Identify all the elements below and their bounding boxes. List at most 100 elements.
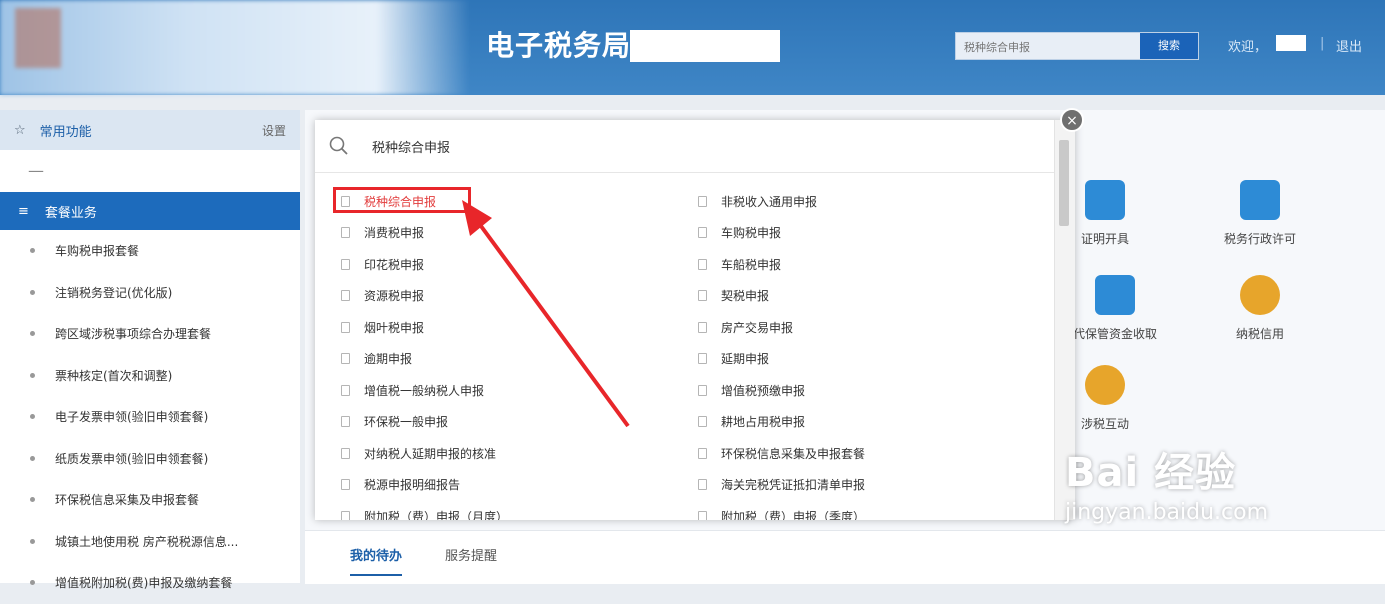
service-admin-permit[interactable]: 税务行政许可 — [1210, 180, 1310, 247]
result-label: 资源税申报 — [364, 289, 425, 303]
modal-result-item[interactable]: 对纳税人延期申报的核准 — [341, 443, 496, 463]
service-label: 代保管资金收取 — [1072, 327, 1157, 341]
document-icon — [698, 258, 707, 270]
document-icon — [698, 321, 707, 333]
document-icon — [698, 353, 707, 364]
result-label: 环保税一般申报 — [364, 415, 449, 429]
modal-result-item[interactable]: 附加税（费）申报（季度） — [698, 506, 865, 520]
tab-reminders[interactable]: 服务提醒 — [445, 545, 497, 564]
search-icon — [329, 136, 348, 155]
service-certificate[interactable]: 证明开具 — [1065, 180, 1145, 247]
modal-result-item[interactable]: 增值税一般纳税人申报 — [341, 380, 484, 400]
modal-result-item[interactable]: 烟叶税申报 — [341, 317, 424, 337]
bullet-icon — [30, 538, 35, 544]
modal-result-item[interactable]: 车船税申报 — [698, 254, 781, 274]
permit-icon — [1240, 180, 1280, 220]
package-label: 套餐业务 — [44, 205, 97, 221]
header-search-button[interactable]: 搜索 — [1140, 33, 1198, 59]
baidu-watermark: Bai 经验 jingyan.baidu.com — [1065, 440, 1268, 525]
modal-result-item[interactable]: 增值税预缴申报 — [698, 380, 805, 400]
scrollbar-thumb[interactable] — [1059, 140, 1069, 226]
sidebar-favorites-header[interactable]: ☆ 常用功能 设置 — [0, 110, 300, 150]
bullet-icon — [30, 455, 35, 461]
search-modal: 税种综合申报消费税申报印花税申报资源税申报烟叶税申报逾期申报增值税一般纳税人申报… — [315, 120, 1075, 520]
result-label: 税源申报明细报告 — [364, 478, 461, 492]
service-custody-funds[interactable]: 代保管资金收取 — [1065, 275, 1165, 342]
modal-result-item[interactable]: 海关完税凭证抵扣清单申报 — [698, 475, 865, 495]
header-search-input[interactable] — [956, 33, 1141, 61]
modal-result-item[interactable]: 资源税申报 — [341, 286, 424, 306]
modal-result-item[interactable]: 税源申报明细报告 — [341, 475, 460, 495]
modal-result-item[interactable]: 耕地占用税申报 — [698, 412, 805, 432]
settings-link[interactable]: 设置 — [262, 122, 286, 139]
result-label: 逾期申报 — [364, 352, 413, 366]
document-icon — [341, 290, 350, 301]
modal-search-input[interactable] — [370, 132, 874, 160]
sidebar-package-header[interactable]: ≡ 套餐业务 — [0, 192, 300, 230]
bullet-icon — [30, 372, 35, 378]
favorites-label: 常用功能 — [39, 124, 92, 140]
sidebar-package-item[interactable]: 城镇土地使用税 房产税税源信息... — [0, 521, 300, 563]
close-icon[interactable]: × — [1060, 108, 1084, 132]
modal-result-item[interactable]: 印花税申报 — [341, 254, 424, 274]
modal-result-item[interactable]: 契税申报 — [698, 286, 769, 306]
sidebar-item-label: 车购税申报套餐 — [55, 244, 140, 259]
result-label: 消费税申报 — [364, 226, 425, 240]
welcome-text: 欢迎， — [1228, 40, 1268, 55]
service-label: 证明开具 — [1080, 232, 1129, 246]
modal-result-item[interactable]: 非税收入通用申报 — [698, 191, 817, 211]
sidebar-package-item[interactable]: 跨区域涉税事项综合办理套餐 — [0, 313, 300, 355]
result-label: 车船税申报 — [721, 257, 782, 272]
result-label: 海关完税凭证抵扣清单申报 — [721, 478, 866, 492]
highlight-box — [333, 187, 471, 213]
sidebar-package-item[interactable]: 纸质发票申领(验旧申领套餐) — [0, 438, 300, 480]
sidebar-package-item[interactable]: 注销税务登记(优化版) — [0, 272, 300, 314]
header-separator: | — [1320, 36, 1325, 51]
document-icon — [341, 416, 350, 427]
site-title: 电子税务局 — [486, 29, 632, 62]
document-icon — [698, 384, 707, 396]
result-label: 非税收入通用申报 — [721, 194, 818, 209]
logout-link[interactable]: 退出 — [1336, 36, 1362, 55]
sidebar-package-item[interactable]: 电子发票申领(验旧申领套餐) — [0, 396, 300, 438]
modal-result-item[interactable]: 逾期申报 — [341, 349, 412, 369]
funds-icon — [1095, 275, 1135, 315]
document-icon — [341, 321, 350, 333]
document-icon — [341, 227, 350, 238]
document-icon — [698, 479, 707, 490]
modal-result-item[interactable]: 附加税（费）申报（月度） — [341, 506, 508, 520]
redacted-region — [630, 30, 780, 62]
document-icon — [341, 384, 350, 396]
service-interaction[interactable]: 涉税互动 — [1065, 365, 1145, 432]
modal-result-item[interactable]: 延期申报 — [698, 349, 769, 369]
credit-badge-icon — [1240, 275, 1280, 315]
modal-result-item[interactable]: 车购税申报 — [698, 223, 781, 243]
result-label: 印花税申报 — [364, 257, 425, 272]
sidebar-package-item[interactable]: 环保税信息采集及申报套餐 — [0, 479, 300, 521]
modal-result-item[interactable]: 环保税一般申报 — [341, 412, 448, 432]
logo-emblem — [15, 8, 61, 68]
header-search: 搜索 — [955, 32, 1199, 61]
tab-todo[interactable]: 我的待办 — [350, 545, 403, 576]
service-credit[interactable]: 纳税信用 — [1220, 275, 1300, 342]
document-icon — [698, 416, 707, 427]
sidebar: ☆ 常用功能 设置 — ≡ 套餐业务 车购税申报套餐 注销税务登记(优化版) 跨区域… — [0, 110, 300, 590]
bullet-icon — [30, 497, 35, 503]
bullet-icon — [30, 331, 35, 337]
layers-icon: ≡ — [18, 203, 29, 219]
modal-result-item[interactable]: 房产交易申报 — [698, 317, 793, 337]
bottom-tabs: 我的待办 服务提醒 — [305, 530, 1385, 584]
result-label: 附加税（费）申报（月度） — [364, 509, 509, 521]
watermark-brand: Bai 经验 — [1065, 450, 1237, 496]
sidebar-package-item[interactable]: 车购税申报套餐 — [0, 230, 300, 272]
result-label: 附加税（费）申报（季度） — [721, 509, 866, 521]
result-label: 增值税一般纳税人申报 — [364, 383, 485, 398]
bullet-icon — [30, 414, 35, 420]
modal-result-item[interactable]: 消费税申报 — [341, 223, 424, 243]
sidebar-package-item[interactable]: 票种核定(首次和调整) — [0, 355, 300, 397]
top-header: 电子税务局 搜索 欢迎， | 退出 — [0, 0, 1385, 95]
result-label: 对纳税人延期申报的核准 — [364, 446, 497, 461]
interaction-icon — [1085, 365, 1125, 405]
document-icon — [341, 510, 350, 520]
modal-result-item[interactable]: 环保税信息采集及申报套餐 — [698, 443, 865, 463]
